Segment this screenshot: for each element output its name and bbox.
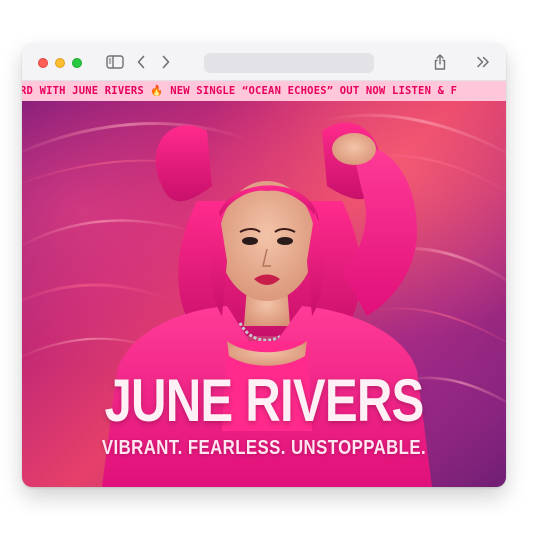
browser-window: RD WITH JUNE RIVERS 🔥 NEW SINGLE “OCEAN … bbox=[22, 43, 506, 487]
hero-section: JUNE RIVERS VIBRANT. FEARLESS. UNSTOPPAB… bbox=[22, 101, 506, 487]
ticker-text: RD WITH JUNE RIVERS 🔥 NEW SINGLE “OCEAN … bbox=[22, 85, 458, 97]
artist-name-heading: JUNE RIVERS bbox=[104, 367, 424, 434]
address-bar[interactable] bbox=[204, 53, 374, 73]
share-icon[interactable] bbox=[431, 52, 449, 72]
browser-toolbar bbox=[22, 43, 506, 81]
zoom-window-button[interactable] bbox=[72, 58, 82, 68]
double-chevron-right-icon[interactable] bbox=[474, 53, 492, 71]
minimize-window-button[interactable] bbox=[55, 58, 65, 68]
announcement-ticker[interactable]: RD WITH JUNE RIVERS 🔥 NEW SINGLE “OCEAN … bbox=[22, 81, 506, 101]
chevron-right-icon[interactable] bbox=[158, 53, 174, 71]
artist-tagline: VIBRANT. FEARLESS. UNSTOPPABLE. bbox=[101, 437, 427, 459]
close-window-button[interactable] bbox=[38, 58, 48, 68]
chevron-left-icon[interactable] bbox=[133, 53, 149, 71]
sidebar-icon[interactable] bbox=[106, 54, 124, 70]
